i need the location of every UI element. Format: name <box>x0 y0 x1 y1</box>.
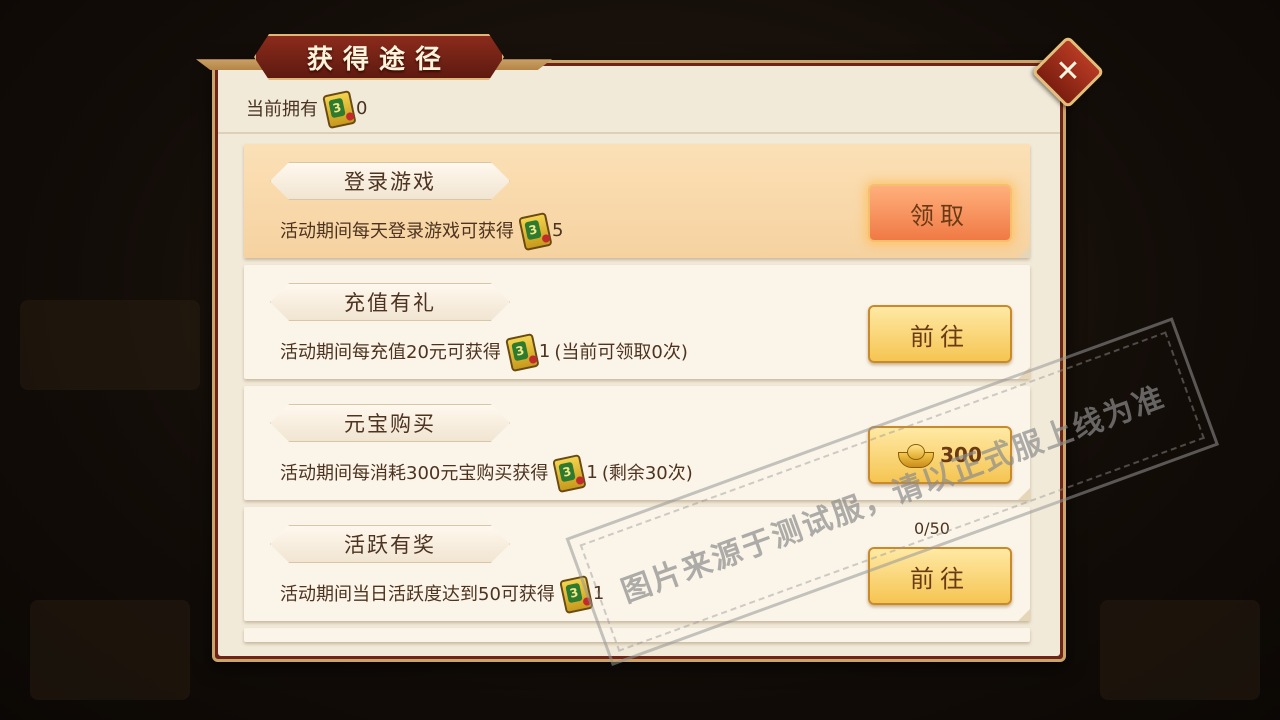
reward-amount: 5 <box>552 219 564 241</box>
card-description-text: 活动期间每天登录游戏可获得 <box>280 221 514 242</box>
card-description: 活动期间每充值20元可获得 3 1 (当前可领取0次) <box>280 333 688 373</box>
close-icon[interactable]: ✕ <box>1042 46 1094 98</box>
ticket-token-icon: 3 <box>502 331 540 373</box>
corner-fold <box>1018 246 1030 258</box>
reward-amount: 1 <box>538 340 551 362</box>
ticket-token-icon: 3 <box>319 88 357 130</box>
goto-button-label: 前往 <box>910 564 970 593</box>
corner-fold <box>1018 488 1030 500</box>
owned-count: 0 <box>356 97 368 119</box>
goto-button[interactable]: 前往 <box>868 305 1012 363</box>
reward-note: (剩余30次) <box>601 463 693 484</box>
divider <box>218 132 1060 134</box>
goto-button[interactable]: 前往 <box>868 547 1012 605</box>
list-item-purchase: 元宝购买 活动期间每消耗300元宝购买获得 3 1 (剩余30次) 300 <box>244 386 1030 500</box>
list-item-login: 登录游戏 活动期间每天登录游戏可获得 3 5 领取 <box>244 144 1030 258</box>
goto-button-label: 前往 <box>910 322 970 351</box>
reward-amount: 1 <box>586 461 598 483</box>
corner-fold <box>1018 367 1030 379</box>
card-description-text: 活动期间每消耗300元宝购买获得 <box>280 463 549 484</box>
card-title-plate: 元宝购买 <box>270 404 510 442</box>
list-item-partial <box>244 628 1030 642</box>
dialog-title-plate: 获得途径 <box>254 34 504 80</box>
dialog-title: 获得途径 <box>306 44 451 75</box>
corner-fold <box>1018 609 1030 621</box>
card-description-text: 活动期间当日活跃度达到50可获得 <box>280 584 555 605</box>
ticket-token-icon: 3 <box>549 452 587 494</box>
card-description: 活动期间当日活跃度达到50可获得 3 1 <box>280 575 605 615</box>
card-description: 活动期间每天登录游戏可获得 3 5 <box>280 212 564 252</box>
activity-progress: 0/50 <box>914 519 950 538</box>
card-title-plate: 充值有礼 <box>270 283 510 321</box>
card-description-text: 活动期间每充值20元可获得 <box>280 342 501 363</box>
card-title: 元宝购买 <box>344 412 436 436</box>
ticket-token-icon: 3 <box>515 210 553 252</box>
card-title-plate: 登录游戏 <box>270 162 510 200</box>
gold-ingot-icon <box>898 444 935 468</box>
card-title: 登录游戏 <box>344 170 436 194</box>
claim-button[interactable]: 领取 <box>868 184 1012 242</box>
reward-amount: 1 <box>592 582 605 604</box>
list-item-recharge: 充值有礼 活动期间每充值20元可获得 3 1 (当前可领取0次) 前往 <box>244 265 1030 379</box>
card-description: 活动期间每消耗300元宝购买获得 3 1 (剩余30次) <box>280 454 693 494</box>
claim-button-label: 领取 <box>910 201 970 230</box>
purchase-button[interactable]: 300 <box>868 426 1012 484</box>
purchase-price: 300 <box>940 443 982 467</box>
owned-label: 当前拥有 <box>246 99 318 120</box>
card-title: 充值有礼 <box>344 291 436 315</box>
ticket-token-icon: 3 <box>556 573 594 615</box>
card-title-plate: 活跃有奖 <box>270 525 510 563</box>
reward-note: (当前可领取0次) <box>554 342 688 363</box>
list-item-activity: 活跃有奖 0/50 活动期间当日活跃度达到50可获得 3 1 前往 <box>244 507 1030 621</box>
owned-count-row: 当前拥有 3 0 <box>246 90 368 130</box>
card-title: 活跃有奖 <box>344 533 436 557</box>
